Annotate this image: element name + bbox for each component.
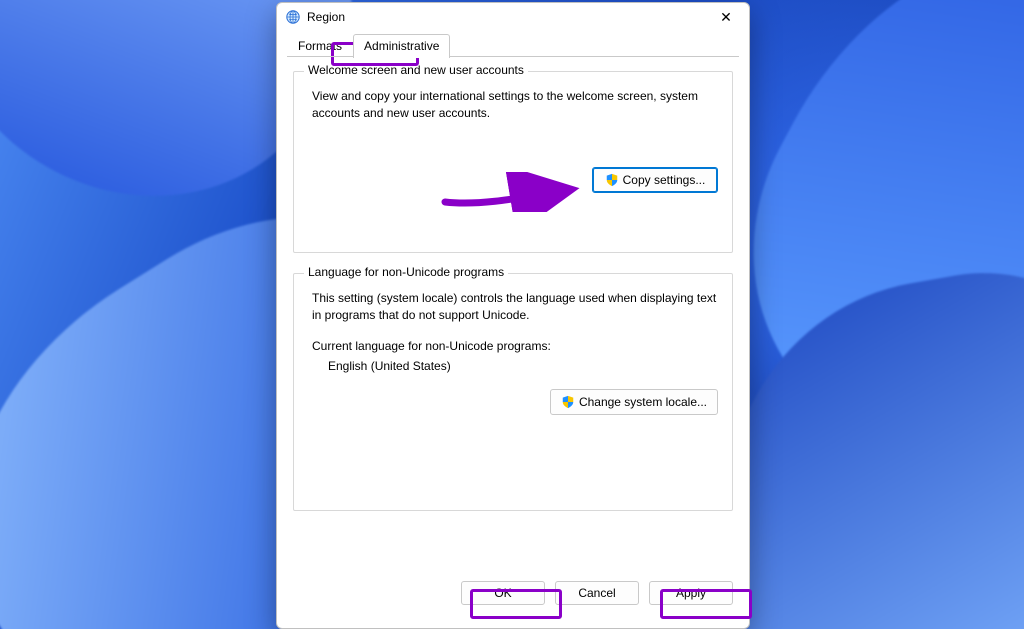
current-language-value: English (United States) xyxy=(328,359,718,373)
button-label: Copy settings... xyxy=(623,173,706,187)
tab-formats[interactable]: Formats xyxy=(287,34,353,58)
button-label: OK xyxy=(494,586,511,600)
current-language-label: Current language for non-Unicode program… xyxy=(312,339,718,353)
region-dialog: Region ✕ Formats Administrative Welcome … xyxy=(276,2,750,629)
change-system-locale-button[interactable]: Change system locale... xyxy=(550,389,718,415)
button-label: Change system locale... xyxy=(579,395,707,409)
group-non-unicode: Language for non-Unicode programs This s… xyxy=(293,273,733,511)
group-legend: Welcome screen and new user accounts xyxy=(304,63,528,77)
group-description: View and copy your international setting… xyxy=(312,88,718,123)
group-welcome-screen: Welcome screen and new user accounts Vie… xyxy=(293,71,733,253)
tab-label: Formats xyxy=(298,39,342,53)
cancel-button[interactable]: Cancel xyxy=(555,581,639,605)
desktop-background: Region ✕ Formats Administrative Welcome … xyxy=(0,0,1024,629)
apply-button[interactable]: Apply xyxy=(649,581,733,605)
dialog-footer: OK Cancel Apply xyxy=(277,568,749,628)
button-label: Cancel xyxy=(578,586,615,600)
tab-label: Administrative xyxy=(364,39,439,53)
tabstrip: Formats Administrative xyxy=(277,31,749,57)
region-icon xyxy=(285,9,301,25)
uac-shield-icon xyxy=(561,395,575,409)
window-title: Region xyxy=(307,10,705,24)
group-description: This setting (system locale) controls th… xyxy=(312,290,718,325)
tab-content: Welcome screen and new user accounts Vie… xyxy=(277,57,749,568)
tab-administrative[interactable]: Administrative xyxy=(353,34,450,58)
group-legend: Language for non-Unicode programs xyxy=(304,265,508,279)
ok-button[interactable]: OK xyxy=(461,581,545,605)
close-button[interactable]: ✕ xyxy=(705,3,747,31)
uac-shield-icon xyxy=(605,173,619,187)
titlebar[interactable]: Region ✕ xyxy=(277,3,749,31)
close-icon: ✕ xyxy=(720,9,732,26)
copy-settings-button[interactable]: Copy settings... xyxy=(592,167,718,193)
button-label: Apply xyxy=(676,586,706,600)
